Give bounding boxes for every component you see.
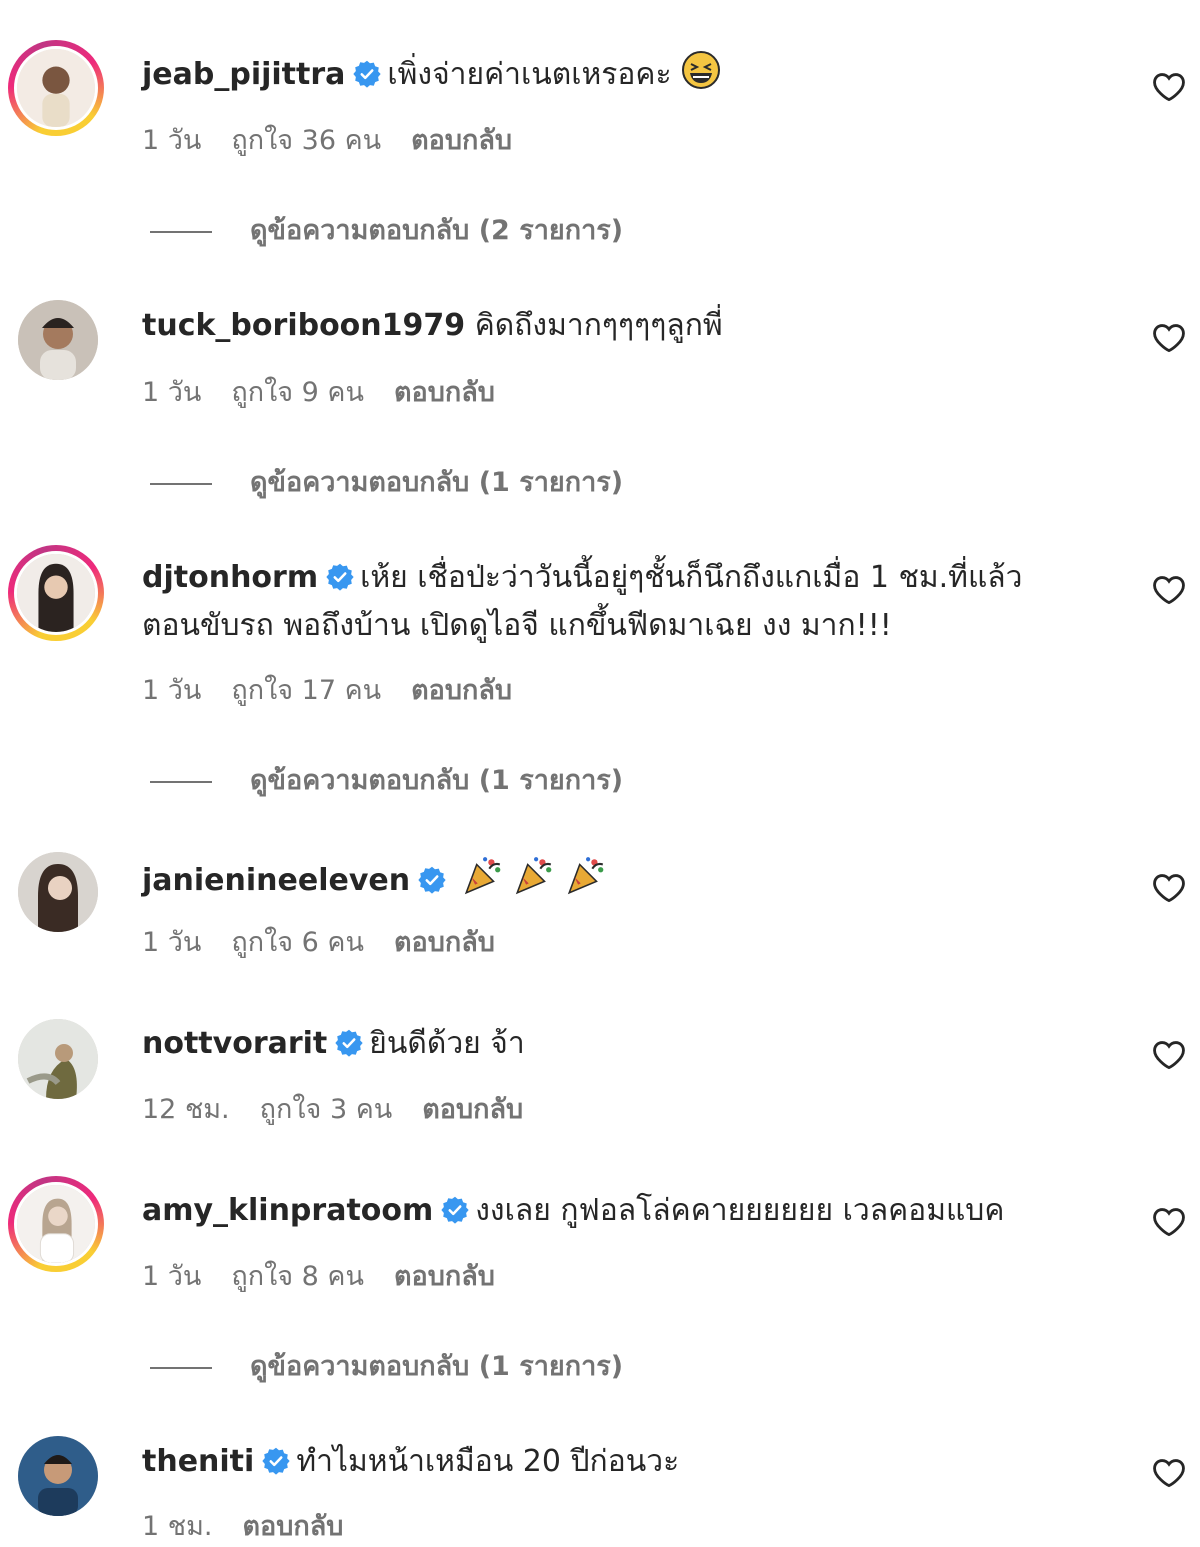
view-replies-label: ดูข้อความตอบกลับ (1 รายการ)	[250, 1351, 624, 1382]
comment-username[interactable]: nottvorarit	[142, 1026, 327, 1061]
view-replies-button[interactable]: ดูข้อความตอบกลับ (1 รายการ)	[150, 758, 623, 801]
verified-badge-icon	[418, 866, 446, 894]
comment-text: ทำไมหน้าเหมือน 20 ปีก่อนวะ	[296, 1444, 680, 1479]
comment-username[interactable]: janienineeleven	[142, 863, 410, 898]
reply-button[interactable]: ตอบกลับ	[394, 1261, 495, 1292]
avatar	[14, 551, 98, 635]
view-replies-button[interactable]: ดูข้อความตอบกลับ (1 รายการ)	[150, 460, 623, 503]
avatar-container[interactable]	[8, 290, 104, 386]
comment-text: ยินดีด้วย จ้า	[369, 1026, 525, 1061]
heart-icon[interactable]	[1152, 70, 1186, 104]
comment-likes[interactable]: ถูกใจ 9 คน	[231, 377, 364, 408]
avatar-story-ring[interactable]	[8, 40, 104, 136]
verified-badge-icon	[353, 60, 381, 88]
reply-button[interactable]: ตอบกลับ	[394, 927, 495, 958]
comment-text: เพิ่งจ่ายค่าเนตเหรอคะ	[387, 57, 672, 92]
avatar-story-ring[interactable]	[8, 1176, 104, 1272]
heart-icon[interactable]	[1152, 321, 1186, 355]
comment-time: 1 ชม.	[142, 1511, 213, 1542]
divider	[150, 1366, 212, 1369]
view-replies-button[interactable]: ดูข้อความตอบกลับ (1 รายการ)	[150, 1344, 623, 1387]
verified-badge-icon	[326, 563, 354, 591]
comment-text: เห้ย เชื่อป่ะว่าวันนี้อยู่ๆชั้นก็นึกถึงแ…	[360, 560, 1023, 595]
view-replies-button[interactable]: ดูข้อความตอบกลับ (2 รายการ)	[150, 208, 623, 251]
divider	[150, 482, 212, 485]
comment-time: 1 วัน	[142, 377, 202, 408]
comment-text: งงเลย กูฟอลโล่คคายยยยยย เวลคอมแบค	[475, 1193, 1005, 1228]
avatar-container[interactable]	[8, 842, 104, 938]
avatar	[18, 1436, 98, 1516]
avatar	[14, 46, 98, 130]
view-replies-label: ดูข้อความตอบกลับ (1 รายการ)	[250, 467, 624, 498]
reply-button[interactable]: ตอบกลับ	[422, 1094, 523, 1125]
verified-badge-icon	[335, 1029, 363, 1057]
comment-time: 1 วัน	[142, 1261, 202, 1292]
laughing-tears-emoji-icon	[682, 51, 721, 89]
divider	[150, 230, 212, 233]
reply-button[interactable]: ตอบกลับ	[242, 1511, 343, 1542]
avatar-container[interactable]	[8, 1009, 104, 1105]
comment-likes[interactable]: ถูกใจ 17 คน	[231, 675, 381, 706]
party-popper-icon	[462, 854, 504, 896]
avatar	[18, 852, 98, 932]
comment-likes[interactable]: ถูกใจ 36 คน	[231, 125, 381, 156]
comment-likes[interactable]: ถูกใจ 8 คน	[231, 1261, 364, 1292]
comment-username[interactable]: theniti	[142, 1444, 254, 1479]
party-popper-icon	[513, 854, 555, 896]
comment-username[interactable]: amy_klinpratoom	[142, 1193, 433, 1228]
heart-icon[interactable]	[1152, 573, 1186, 607]
view-replies-label: ดูข้อความตอบกลับ (1 รายการ)	[250, 765, 624, 796]
avatar-story-ring[interactable]	[8, 545, 104, 641]
comment-likes[interactable]: ถูกใจ 6 คน	[231, 927, 364, 958]
comment-likes[interactable]: ถูกใจ 3 คน	[260, 1094, 393, 1125]
comment-username[interactable]: djtonhorm	[142, 560, 318, 595]
heart-icon[interactable]	[1152, 1038, 1186, 1072]
comment-time: 1 วัน	[142, 125, 202, 156]
comment-time: 12 ชม.	[142, 1094, 230, 1125]
view-replies-label: ดูข้อความตอบกลับ (2 รายการ)	[250, 215, 624, 246]
heart-icon[interactable]	[1152, 1456, 1186, 1490]
avatar-container[interactable]	[8, 1426, 104, 1522]
comment-time: 1 วัน	[142, 927, 202, 958]
reply-button[interactable]: ตอบกลับ	[411, 675, 512, 706]
avatar	[18, 1019, 98, 1099]
comment-username[interactable]: tuck_boriboon1979	[142, 308, 465, 343]
comment-username[interactable]: jeab_pijittra	[142, 57, 345, 92]
avatar	[14, 1182, 98, 1266]
verified-badge-icon	[262, 1447, 290, 1475]
heart-icon[interactable]	[1152, 871, 1186, 905]
heart-icon[interactable]	[1152, 1205, 1186, 1239]
comment-text-continued: ตอนขับรถ พอถึงบ้าน เปิดดูไอจี แกขึ้นฟีดม…	[142, 608, 892, 643]
reply-button[interactable]: ตอบกลับ	[394, 377, 495, 408]
divider	[150, 780, 212, 783]
party-popper-icon	[565, 854, 607, 896]
reply-button[interactable]: ตอบกลับ	[411, 125, 512, 156]
comment-text: คิดถึงมากๆๆๆๆลูกพี่	[474, 308, 723, 343]
verified-badge-icon	[441, 1196, 469, 1224]
comment-time: 1 วัน	[142, 675, 202, 706]
avatar	[18, 300, 98, 380]
